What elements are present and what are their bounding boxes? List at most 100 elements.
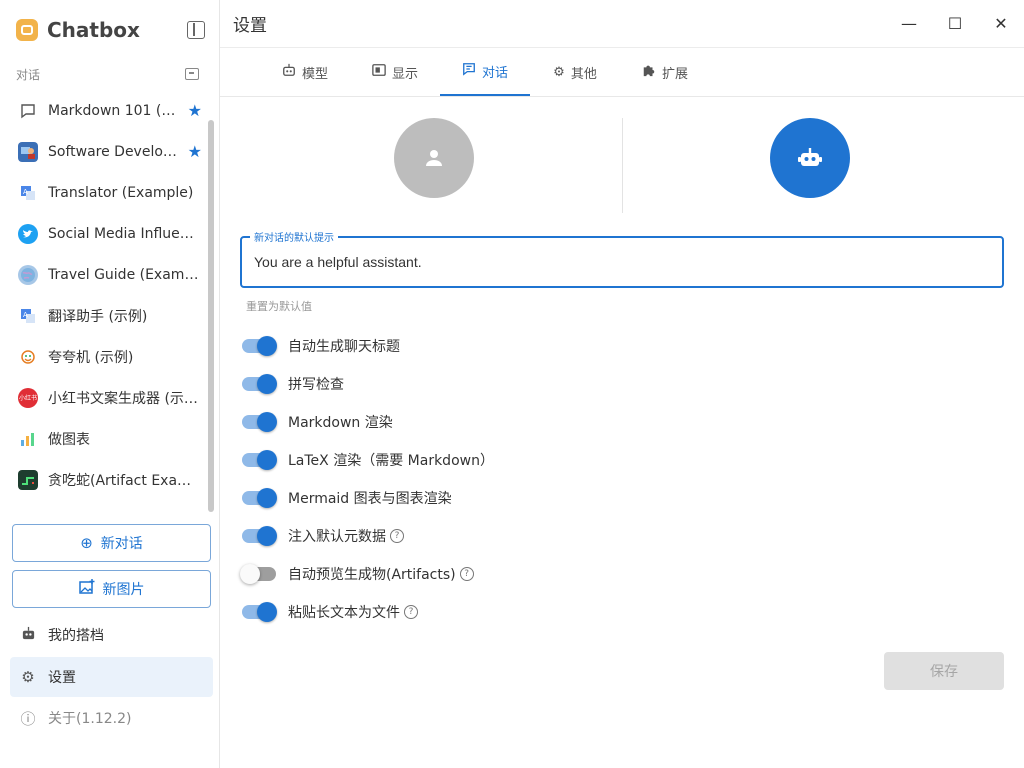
tab-label: 扩展 bbox=[661, 66, 688, 82]
conversation-label: 翻译助手 (示例) bbox=[48, 308, 148, 325]
star-icon[interactable]: ★ bbox=[188, 142, 202, 161]
conversation-item[interactable]: Software Developer ★ bbox=[0, 131, 214, 172]
conversation-item[interactable]: 做图表 bbox=[0, 418, 214, 459]
sidebar: Chatbox 对话 Markdown 101 (Example) ★ Soft… bbox=[0, 0, 220, 768]
toggle-mermaid[interactable]: Mermaid 图表与图表渲染 bbox=[240, 486, 452, 510]
latex-switch[interactable] bbox=[240, 448, 278, 472]
minimize-button[interactable]: — bbox=[886, 0, 932, 48]
sidebar-scrollbar[interactable] bbox=[208, 120, 214, 512]
minimize-icon: — bbox=[901, 14, 917, 33]
toggle-label: LaTeX 渲染（需要 Markdown） bbox=[288, 453, 494, 469]
translate-icon: A bbox=[18, 183, 38, 203]
my-copilots-nav[interactable]: 我的搭档 bbox=[10, 615, 213, 655]
toggle-spellcheck[interactable]: 拼写检查 bbox=[240, 372, 344, 396]
spellcheck-switch[interactable] bbox=[240, 372, 278, 396]
archive-icon[interactable] bbox=[185, 68, 199, 80]
conversation-label: 夸夸机 (示例) bbox=[48, 349, 134, 366]
default-prompt-field[interactable]: 新对话的默认提示 bbox=[240, 229, 1004, 288]
app-title: Chatbox bbox=[47, 18, 140, 42]
conversation-item[interactable]: Travel Guide (Example) bbox=[0, 254, 214, 295]
inject-metadata-switch[interactable] bbox=[240, 524, 278, 548]
conversation-label: Software Developer bbox=[48, 143, 184, 160]
assistant-avatar[interactable] bbox=[770, 118, 850, 198]
conversation-item[interactable]: 贪吃蛇(Artifact Example) bbox=[0, 459, 214, 500]
gear-icon: ⚙ bbox=[21, 668, 35, 686]
section-label: 对话 bbox=[16, 67, 41, 82]
auto-title-switch[interactable] bbox=[240, 334, 278, 358]
twitter-icon bbox=[18, 223, 38, 244]
tab-display[interactable]: 显示 bbox=[350, 48, 440, 96]
window-title: 设置 bbox=[233, 16, 267, 36]
conversation-item[interactable]: A 翻译助手 (示例) bbox=[0, 295, 214, 336]
toggle-label: 拼写检查 bbox=[288, 377, 344, 393]
conversation-item[interactable]: Social Media Influencer (Example) bbox=[0, 213, 214, 254]
conversation-item[interactable]: 小红书 小红书文案生成器 (示例) bbox=[0, 377, 214, 418]
tab-other[interactable]: ⚙ 其他 bbox=[530, 48, 620, 96]
conversation-item[interactable]: Markdown 101 (Example) ★ bbox=[0, 90, 214, 131]
tab-label: 对话 bbox=[481, 65, 508, 81]
about-nav[interactable]: ⓘ 关于(1.12.2) bbox=[10, 698, 213, 738]
save-button[interactable]: 保存 bbox=[884, 652, 1004, 690]
collapse-sidebar-icon[interactable] bbox=[187, 21, 205, 39]
user-avatar[interactable] bbox=[394, 118, 474, 198]
mermaid-switch[interactable] bbox=[240, 486, 278, 510]
toggle-markdown[interactable]: Markdown 渲染 bbox=[240, 410, 393, 434]
help-icon[interactable]: ? bbox=[459, 567, 474, 581]
default-prompt-input[interactable] bbox=[254, 254, 984, 270]
new-image-button[interactable]: 新图片 bbox=[12, 570, 211, 608]
chart-icon bbox=[18, 429, 38, 449]
toggle-inject-metadata[interactable]: 注入默认元数据 ? bbox=[240, 524, 404, 548]
toggle-label: 注入默认元数据 bbox=[288, 529, 386, 545]
conversation-label: Social Media Influencer (Example) bbox=[48, 225, 202, 242]
conversation-item[interactable]: 夸夸机 (示例) bbox=[0, 336, 214, 377]
conversation-label: 小红书文案生成器 (示例) bbox=[48, 390, 202, 407]
display-icon bbox=[372, 63, 386, 81]
settings-nav[interactable]: ⚙ 设置 bbox=[10, 657, 213, 697]
help-icon[interactable]: ? bbox=[404, 605, 418, 619]
conversation-label: 做图表 bbox=[48, 431, 90, 448]
markdown-switch[interactable] bbox=[240, 410, 278, 434]
conversation-item[interactable]: A Translator (Example) bbox=[0, 172, 214, 213]
snake-game-icon bbox=[18, 469, 38, 490]
maximize-button[interactable]: ☐ bbox=[932, 0, 978, 48]
robot-icon bbox=[282, 63, 296, 81]
paste-as-file-switch[interactable] bbox=[240, 600, 278, 624]
chatbox-logo-icon bbox=[16, 19, 38, 41]
image-add-icon bbox=[78, 579, 95, 599]
toggle-label: Markdown 渲染 bbox=[288, 415, 393, 431]
cheer-icon bbox=[18, 347, 38, 367]
settings-label: 设置 bbox=[48, 670, 76, 686]
help-icon[interactable]: ? bbox=[390, 529, 404, 543]
toggle-paste-as-file[interactable]: 粘贴长文本为文件 ? bbox=[240, 600, 418, 624]
toggle-latex[interactable]: LaTeX 渲染（需要 Markdown） bbox=[240, 448, 494, 472]
tab-chat[interactable]: 对话 bbox=[440, 48, 530, 96]
maximize-icon: ☐ bbox=[947, 14, 963, 33]
xiaohongshu-icon: 小红书 bbox=[18, 387, 38, 408]
tab-extensions[interactable]: 扩展 bbox=[620, 48, 710, 96]
puzzle-icon bbox=[642, 63, 656, 81]
new-image-label: 新图片 bbox=[102, 582, 145, 598]
title-bar: 设置 — ☐ ✕ bbox=[220, 0, 1024, 48]
close-button[interactable]: ✕ bbox=[978, 0, 1024, 48]
svg-text:A: A bbox=[23, 311, 28, 319]
robot-icon bbox=[798, 148, 822, 166]
reset-default-link[interactable]: 重置为默认值 bbox=[246, 298, 312, 314]
tab-label: 模型 bbox=[301, 66, 328, 82]
svg-text:A: A bbox=[23, 188, 28, 196]
about-label: 关于(1.12.2) bbox=[48, 711, 132, 727]
star-icon[interactable]: ★ bbox=[188, 101, 202, 120]
toggle-auto-title[interactable]: 自动生成聊天标题 bbox=[240, 334, 400, 358]
info-icon: ⓘ bbox=[20, 709, 36, 728]
tab-model[interactable]: 模型 bbox=[260, 48, 350, 96]
settings-tabs: 模型 显示 对话 ⚙ 其他 扩展 bbox=[220, 48, 1024, 97]
close-icon: ✕ bbox=[994, 14, 1008, 33]
new-chat-button[interactable]: ⊕ 新对话 bbox=[12, 524, 211, 562]
artifact-preview-switch[interactable] bbox=[240, 562, 278, 586]
toggle-label: Mermaid 图表与图表渲染 bbox=[288, 491, 452, 507]
settings-dialog: 设置 — ☐ ✕ 模型 显示 对话 ⚙ 其他 扩展 新对话的默认提示 You a… bbox=[220, 0, 1024, 768]
conversation-label: 贪吃蛇(Artifact Example) bbox=[48, 472, 202, 489]
toggle-artifact-preview[interactable]: 自动预览生成物(Artifacts) ? bbox=[240, 562, 474, 586]
chat-icon bbox=[462, 62, 476, 80]
conversation-label: Travel Guide (Example) bbox=[48, 266, 202, 283]
translate-icon: A bbox=[18, 306, 38, 326]
